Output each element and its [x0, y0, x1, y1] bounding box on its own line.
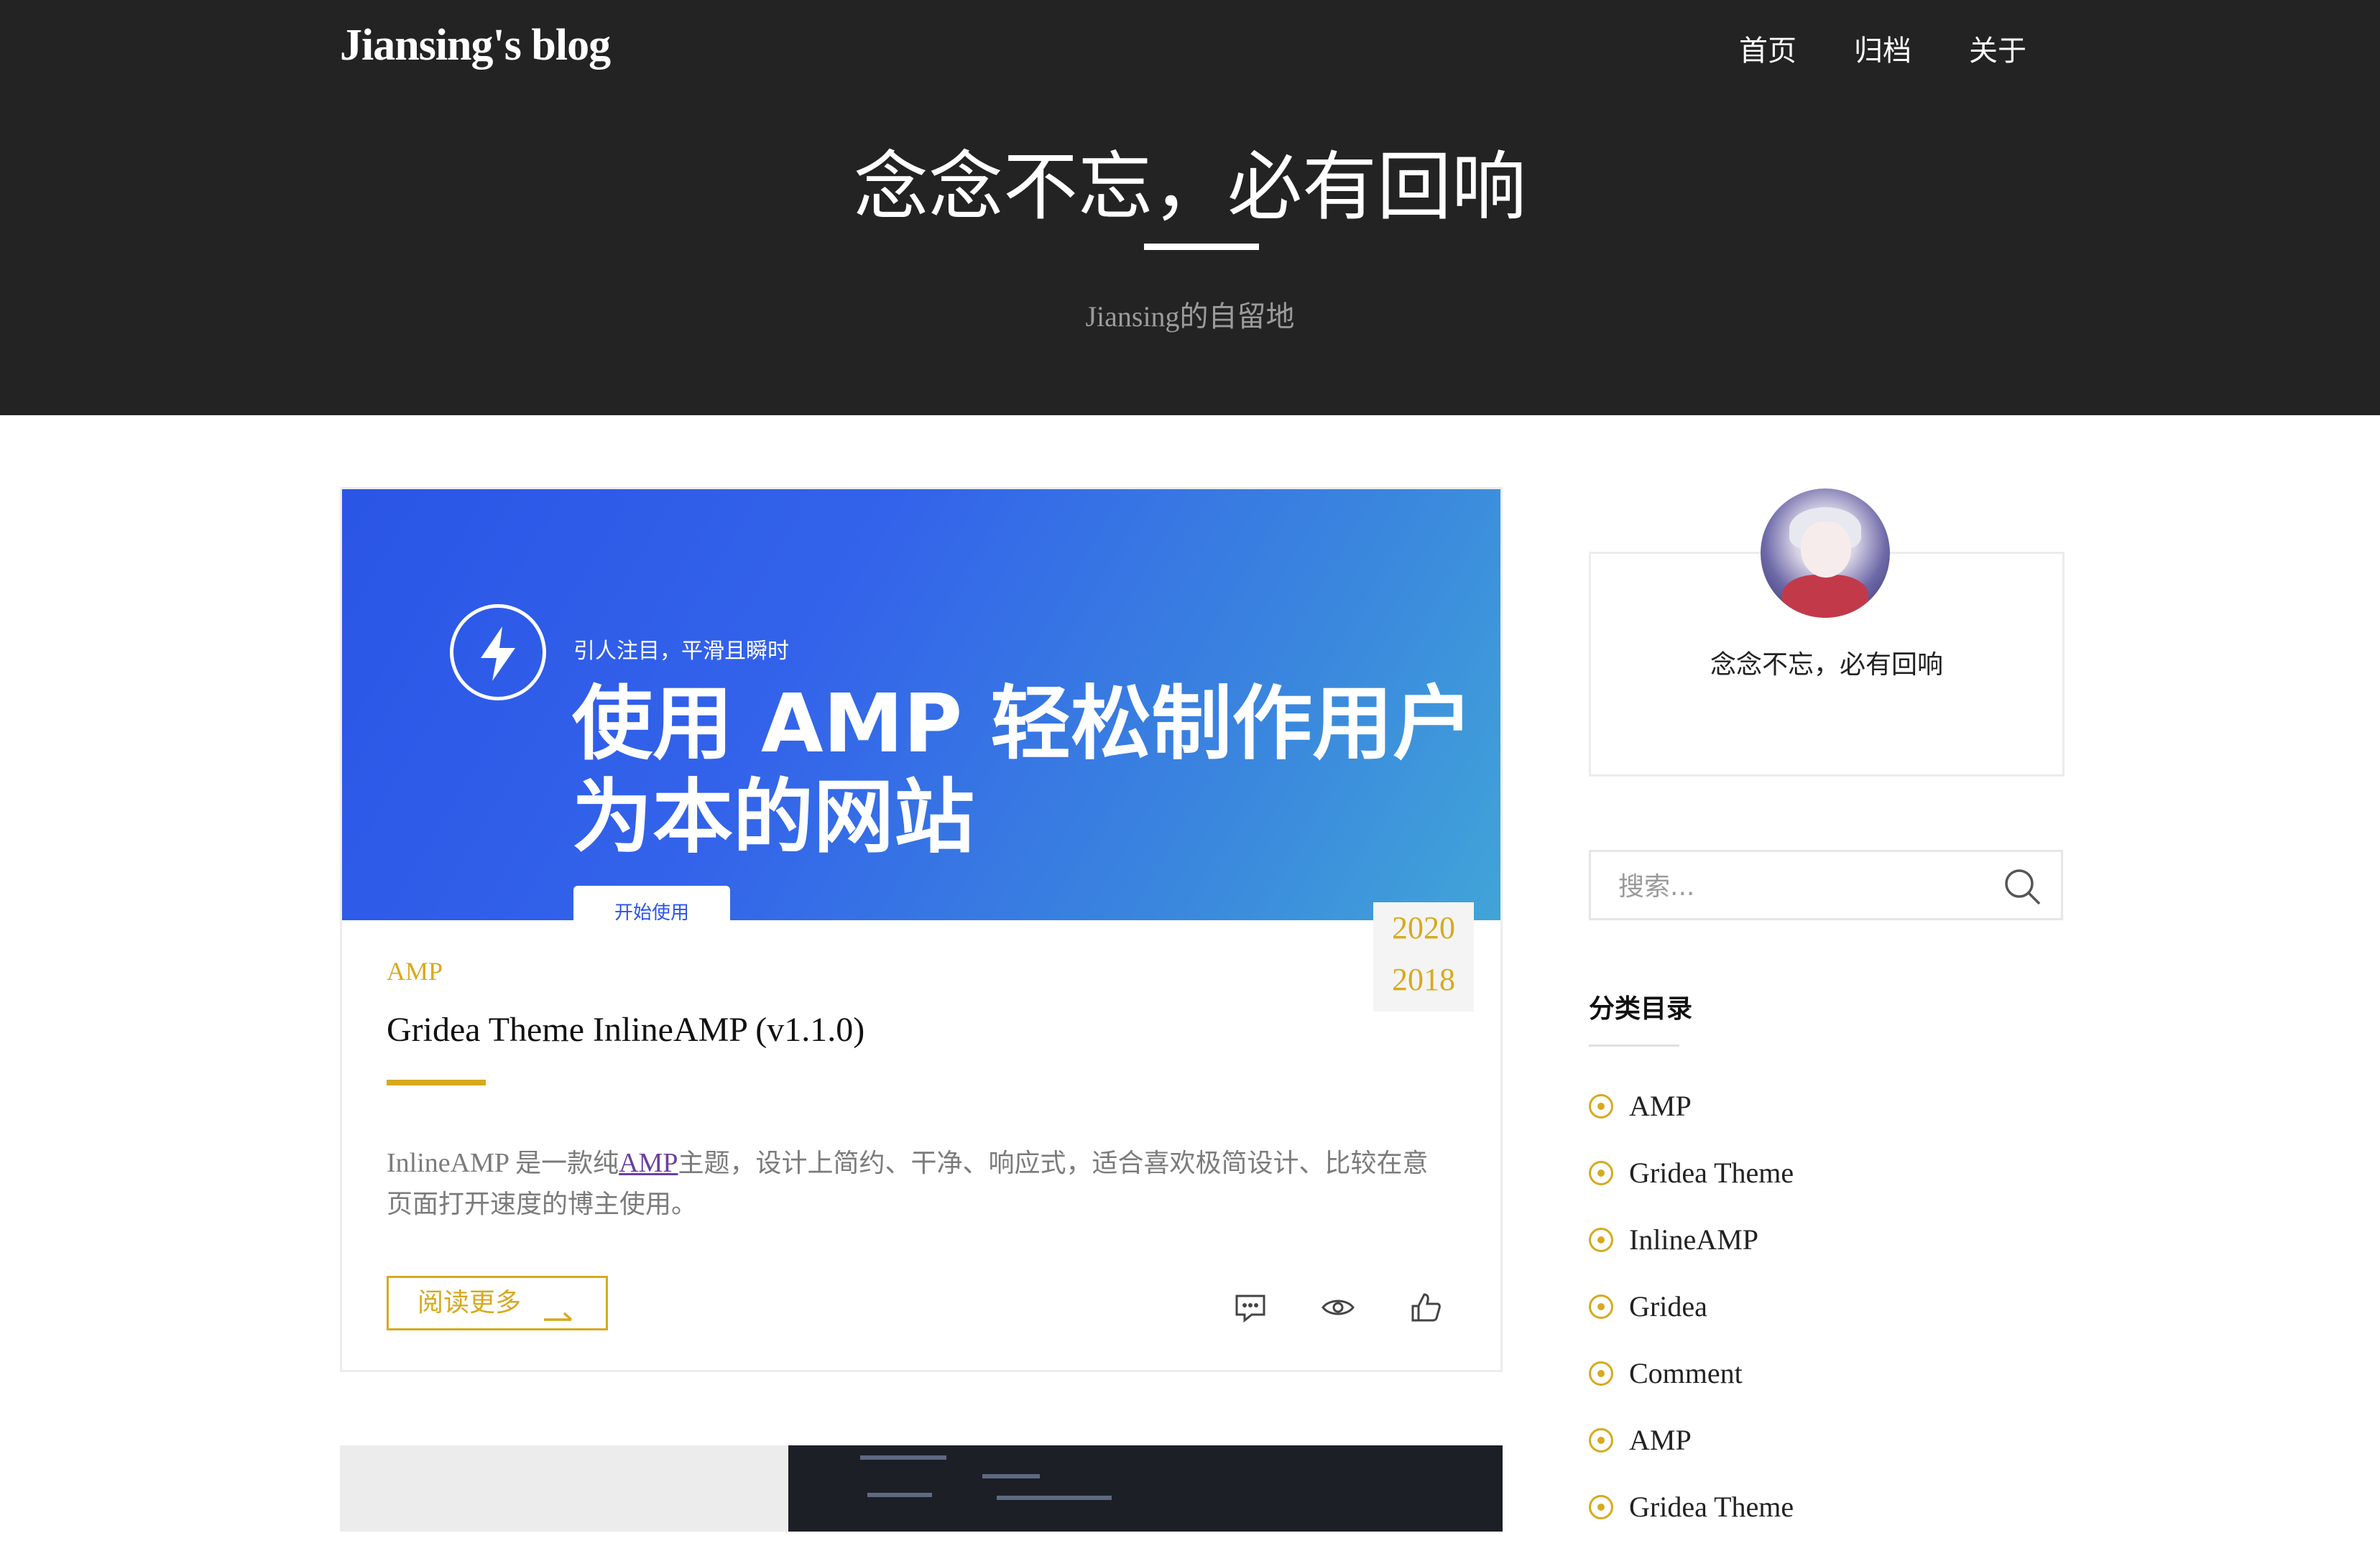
- post-date: 2020 2018: [1373, 902, 1474, 1011]
- hero-divider: [1144, 244, 1259, 250]
- profile-motto: 念念不忘，必有回响: [1710, 650, 1943, 680]
- main-nav: 首页 归档 关于: [1739, 27, 2026, 69]
- search-icon[interactable]: [2002, 866, 2042, 910]
- category-item[interactable]: Gridea Theme: [1589, 1155, 1794, 1222]
- post-category[interactable]: AMP: [387, 956, 443, 986]
- hero-title: 念念不忘，必有回响: [853, 143, 1526, 231]
- category-item[interactable]: Gridea: [1589, 1289, 1794, 1356]
- post-excerpt: InlineAMP 是一款纯AMP主题，设计上简约、干净、响应式，适合喜欢极简设…: [387, 1143, 1443, 1225]
- read-more-label: 阅读更多: [418, 1288, 522, 1317]
- post-title[interactable]: Gridea Theme InlineAMP (v1.1.0): [387, 1010, 864, 1050]
- radio-dot-icon: [1589, 1361, 1613, 1386]
- thumbs-up-icon[interactable]: [1408, 1290, 1443, 1325]
- post-card: 引人注目，平滑且瞬时 使用 AMP 轻松制作用户为本的网站 开始使用 2020 …: [340, 487, 1503, 1372]
- nav-about[interactable]: 关于: [1969, 27, 2026, 69]
- categories-heading: 分类目录: [1589, 994, 1693, 1024]
- categories-divider: [1589, 1045, 1679, 1047]
- radio-dot-icon: [1589, 1228, 1613, 1252]
- date-bottom: 2018: [1392, 962, 1455, 997]
- comment-icon[interactable]: [1233, 1290, 1268, 1325]
- nav-home[interactable]: 首页: [1739, 27, 1796, 69]
- post-card-2-thumbnail[interactable]: [340, 1445, 1503, 1532]
- category-item[interactable]: Gridea Theme: [1589, 1489, 1794, 1556]
- nav-archive[interactable]: 归档: [1854, 27, 1911, 69]
- radio-dot-icon: [1589, 1295, 1613, 1319]
- category-item[interactable]: AMP: [1589, 1422, 1794, 1489]
- category-item[interactable]: InlineAMP: [1589, 1222, 1794, 1289]
- category-item[interactable]: Comment: [1589, 1356, 1794, 1422]
- excerpt-amp-link[interactable]: AMP: [619, 1148, 678, 1178]
- arrow-right-icon: [543, 1295, 574, 1346]
- thumbnail-button: 开始使用: [573, 886, 730, 920]
- thumbnail-headline: 使用 AMP 轻松制作用户为本的网站: [572, 677, 1474, 864]
- title-underline: [387, 1080, 486, 1085]
- category-list: AMP Gridea Theme InlineAMP Gridea Commen…: [1589, 1088, 1794, 1556]
- radio-dot-icon: [1589, 1094, 1613, 1119]
- excerpt-text-b: 是一款纯: [515, 1149, 619, 1178]
- category-item[interactable]: AMP: [1589, 1088, 1794, 1155]
- bolt-icon: [450, 604, 546, 700]
- site-header: Jiansing's blog 首页 归档 关于 念念不忘，必有回响 Jians…: [0, 0, 2380, 415]
- radio-dot-icon: [1589, 1428, 1613, 1453]
- read-more-button[interactable]: 阅读更多: [387, 1276, 608, 1330]
- avatar[interactable]: [1761, 488, 1890, 618]
- post-thumbnail[interactable]: 引人注目，平滑且瞬时 使用 AMP 轻松制作用户为本的网站 开始使用: [342, 489, 1500, 920]
- site-title[interactable]: Jiansing's blog: [340, 20, 611, 71]
- thumbnail-tagline: 引人注目，平滑且瞬时: [573, 639, 789, 664]
- hero-subtitle: Jiansing的自留地: [1085, 300, 1295, 333]
- eye-icon[interactable]: [1321, 1290, 1355, 1325]
- date-top: 2020: [1392, 910, 1455, 945]
- radio-dot-icon: [1589, 1161, 1613, 1185]
- search-box: [1589, 850, 2063, 920]
- post-actions: [1233, 1290, 1443, 1325]
- search-input[interactable]: [1617, 866, 1979, 907]
- excerpt-text-a: InlineAMP: [387, 1148, 516, 1178]
